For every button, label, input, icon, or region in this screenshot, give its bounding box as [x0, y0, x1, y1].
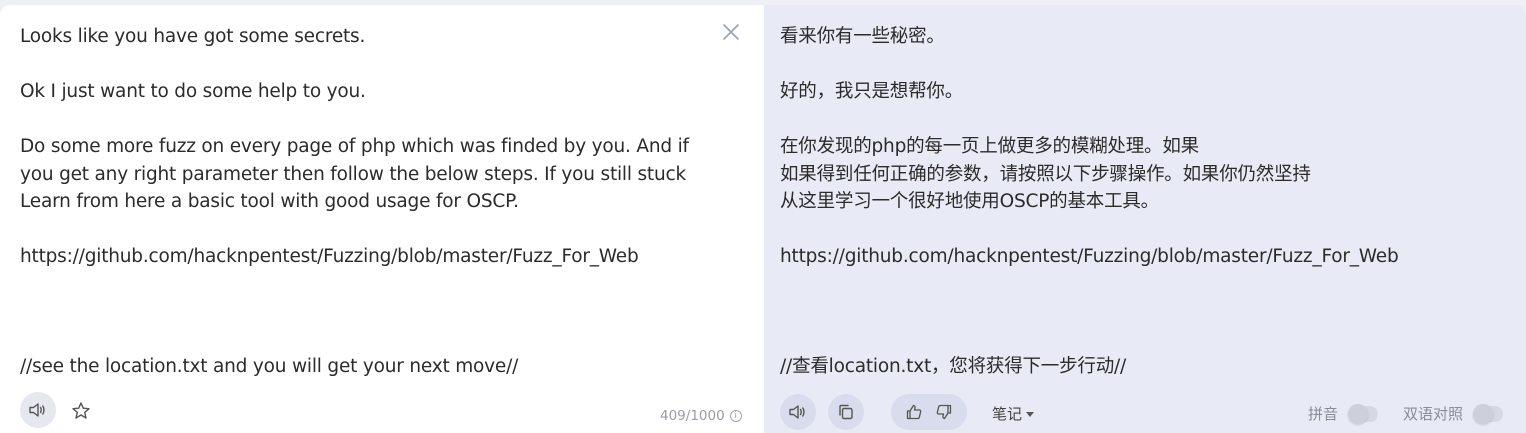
bilingual-label: 双语对照 — [1403, 405, 1464, 423]
char-counter: 409/1000 i — [660, 408, 742, 424]
copy-button[interactable] — [828, 394, 864, 430]
char-count-text: 409/1000 — [660, 408, 725, 424]
translation-output: 看来你有一些秘密。 好的，我只是想帮你。 在你发现的php的每一页上做更多的模糊… — [780, 26, 1399, 377]
source-pane: Looks like you have got some secrets. Ok… — [0, 5, 764, 433]
speaker-icon — [29, 403, 45, 417]
pinyin-switch[interactable] — [1348, 403, 1379, 424]
favorite-button[interactable] — [68, 398, 94, 424]
thumbs-down-icon — [936, 404, 952, 420]
star-icon — [72, 402, 90, 419]
pinyin-toggle-row: 拼音 — [1308, 403, 1379, 424]
notes-dropdown[interactable]: 笔记 — [992, 403, 1035, 424]
notes-label: 笔记 — [992, 405, 1023, 423]
translator-panel: Looks like you have got some secrets. Ok… — [0, 0, 1526, 433]
feedback-group — [891, 394, 967, 430]
close-icon — [723, 24, 739, 40]
translation-pane: 看来你有一些秘密。 好的，我只是想帮你。 在你发现的php的每一页上做更多的模糊… — [764, 5, 1526, 433]
thumbs-up-button[interactable] — [905, 403, 923, 421]
bilingual-toggle-row: 双语对照 — [1403, 403, 1504, 424]
source-textarea[interactable]: Looks like you have got some secrets. Ok… — [20, 23, 710, 381]
clear-button[interactable] — [720, 21, 742, 43]
thumbs-up-icon — [906, 404, 922, 420]
caret-down-icon — [1026, 412, 1035, 417]
source-speak-button[interactable] — [20, 392, 56, 428]
translation-speak-button[interactable] — [780, 394, 816, 430]
info-icon[interactable]: i — [729, 410, 742, 422]
bilingual-switch[interactable] — [1473, 403, 1504, 424]
copy-icon — [839, 404, 853, 420]
pinyin-label: 拼音 — [1308, 405, 1339, 423]
pinyin-switch-knob — [1348, 403, 1369, 424]
speaker-icon — [789, 405, 805, 419]
bilingual-switch-knob — [1473, 403, 1494, 424]
thumbs-down-button[interactable] — [935, 403, 953, 421]
